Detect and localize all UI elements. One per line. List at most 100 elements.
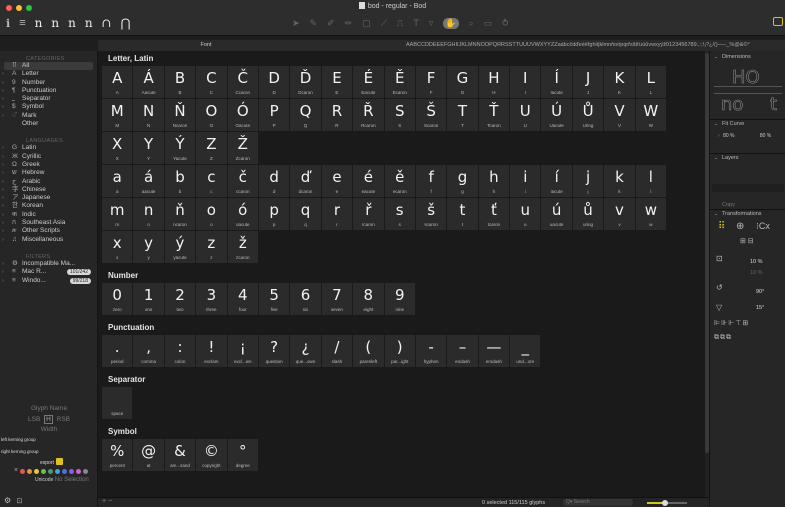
rotate-tool-icon[interactable]: ⥁ bbox=[502, 18, 508, 29]
glyph-cell[interactable]: . period bbox=[102, 335, 134, 368]
label-color-swatch[interactable] bbox=[83, 468, 89, 474]
preview-string[interactable]: AÁBCČDĎEÉĚFGHIÍJKLMNŇOÓPQRŘSŠTŤUÚŮVWXYÝZ… bbox=[406, 42, 785, 48]
rotate-input[interactable]: 90° bbox=[756, 289, 764, 295]
knife-tool-icon[interactable]: ⟋ bbox=[381, 18, 387, 29]
glyph-cell[interactable]: JJ bbox=[572, 66, 605, 99]
language-cyrillic[interactable]: › Ж Cyrillic bbox=[0, 153, 97, 161]
rsb-field[interactable]: RSB bbox=[57, 416, 70, 423]
transformations-header[interactable]: ⌄ Transformations bbox=[710, 210, 785, 218]
glyph-cell[interactable]: š scaron bbox=[415, 198, 448, 231]
glyph-cell[interactable]: EE bbox=[321, 66, 354, 99]
disclosure-icon[interactable]: › bbox=[2, 236, 4, 244]
glyph-cell[interactable]: © copyright bbox=[196, 439, 228, 472]
lock-metrics-icon[interactable]: H bbox=[44, 415, 53, 424]
glyph-cell[interactable]: é eacute bbox=[353, 165, 385, 198]
language-southeast-asia[interactable]: › ก Southeast Asia bbox=[0, 219, 97, 227]
glyph-cell[interactable]: HH bbox=[478, 66, 511, 99]
transform-origin-cx-icon[interactable]: ⁝Cx bbox=[756, 221, 770, 232]
glyph-cell[interactable]: ZZ bbox=[196, 132, 228, 165]
glyph-cell[interactable]: aa bbox=[102, 165, 134, 198]
glyph-cell[interactable]: ó oacute bbox=[227, 198, 259, 231]
boolean-icons[interactable]: ⧉⧉⧉ bbox=[714, 334, 732, 342]
disclosure-icon[interactable]: › bbox=[2, 277, 4, 285]
glyph-cell[interactable]: gg bbox=[447, 165, 479, 198]
glyph-cell[interactable]: — emdash bbox=[478, 335, 511, 368]
language-latin[interactable]: › G Latin bbox=[0, 144, 97, 152]
add-filter-icon[interactable]: ⊡ bbox=[16, 498, 22, 505]
filter-windo-[interactable]: › ≡ Windo... 99/218 bbox=[0, 277, 97, 285]
disclosure-icon[interactable]: › bbox=[2, 260, 4, 268]
glyph-cell[interactable]: jj bbox=[572, 165, 605, 198]
glyph-cell[interactable]: OO bbox=[196, 99, 228, 132]
hand-tool-icon[interactable]: ✋ bbox=[443, 18, 459, 29]
disclosure-icon[interactable]: › bbox=[2, 95, 4, 103]
glyph-cell[interactable]: Ř Rcaron bbox=[353, 99, 385, 132]
glyph-cell[interactable]: tt bbox=[447, 198, 479, 231]
glyph-cell[interactable]: É Eacute bbox=[353, 66, 385, 99]
language-arabic[interactable]: › ج Arabic bbox=[0, 178, 97, 186]
category-letter[interactable]: › A Letter bbox=[0, 70, 97, 78]
glyph-cell[interactable]: VV bbox=[604, 99, 636, 132]
glyph-cell[interactable]: Ň Ncaron bbox=[164, 99, 197, 132]
label-color-swatch[interactable] bbox=[76, 468, 82, 474]
disclosure-icon[interactable]: › bbox=[2, 153, 4, 161]
no-color-icon[interactable]: × bbox=[14, 467, 18, 474]
disclosure-icon[interactable]: › bbox=[2, 103, 4, 111]
glyph-cell[interactable]: ff bbox=[415, 165, 448, 198]
category-punctuation[interactable]: › ¶ Punctuation bbox=[0, 87, 97, 95]
disclosure-icon[interactable]: › bbox=[2, 268, 4, 276]
glyph-cell[interactable]: Ý Yacute bbox=[164, 132, 197, 165]
disclosure-icon[interactable]: › bbox=[2, 112, 4, 120]
glyph-cell[interactable]: 4 four bbox=[227, 283, 259, 316]
glyph-cell[interactable]: ! exclam bbox=[196, 335, 228, 368]
glyph-cell[interactable]: ¡ excl...wn bbox=[227, 335, 259, 368]
glyph-cell[interactable]: 9 nine bbox=[384, 283, 416, 316]
disclosure-icon[interactable]: › bbox=[2, 161, 4, 169]
glyph-cell[interactable]: uu bbox=[510, 198, 542, 231]
fit-curve-right-input[interactable]: 80 % bbox=[760, 133, 771, 139]
glyph-name-field[interactable]: Glyph Name bbox=[0, 403, 98, 414]
fit-curve-left-input[interactable]: 80 % bbox=[723, 133, 734, 139]
glyph-cell[interactable]: ) par...ight bbox=[384, 335, 416, 368]
language-other-scripts[interactable]: › ጵ Other Scripts bbox=[0, 227, 97, 235]
dimensions-header[interactable]: ⌄ Dimensions bbox=[710, 53, 785, 61]
glyph-view-arch-icon[interactable]: ∩ bbox=[102, 16, 112, 30]
glyph-cell[interactable]: dd bbox=[258, 165, 291, 198]
glyph-cell[interactable]: ° degree bbox=[227, 439, 259, 472]
label-color-swatch[interactable] bbox=[48, 468, 54, 474]
list-view-icon[interactable]: ≡ bbox=[19, 17, 25, 29]
glyph-cell[interactable]: / slash bbox=[321, 335, 354, 368]
section-title[interactable]: Number bbox=[98, 268, 709, 283]
glyph-cell[interactable]: Ď Dcaron bbox=[290, 66, 322, 99]
glyph-cell[interactable]: zz bbox=[196, 231, 228, 264]
disclosure-icon[interactable]: › bbox=[2, 211, 4, 219]
category-separator[interactable]: › ⎵ Separator bbox=[0, 95, 97, 103]
glyph-cell[interactable]: TT bbox=[447, 99, 479, 132]
glyph-cell[interactable]: č ccaron bbox=[227, 165, 259, 198]
glyph-cell[interactable]: Ě Ecaron bbox=[384, 66, 416, 99]
glyph-cell[interactable]: _ und...ore bbox=[510, 335, 542, 368]
transform-origin-center-icon[interactable]: ⊕ bbox=[736, 221, 744, 232]
glyph-cell[interactable]: ee bbox=[321, 165, 354, 198]
glyph-cell[interactable]: 3 three bbox=[196, 283, 228, 316]
filter-mac-r-[interactable]: › ≡ Mac R... 101/242 bbox=[0, 268, 97, 276]
glyph-cell[interactable]: mm bbox=[102, 198, 134, 231]
lsb-field[interactable]: LSB bbox=[28, 416, 40, 423]
glyph-cell[interactable]: XX bbox=[102, 132, 134, 165]
glyph-cell[interactable]: Č Ccaron bbox=[227, 66, 259, 99]
section-title[interactable]: Letter, Latin bbox=[98, 51, 709, 66]
align-icons[interactable]: ⊫⊪⊩⊤⊞ bbox=[714, 319, 749, 327]
glyph-view-n-outline-icon[interactable]: n bbox=[68, 16, 76, 30]
pen-tool-icon[interactable]: ✎ bbox=[310, 18, 318, 29]
right-kerning-field[interactable]: right kerning group bbox=[0, 446, 98, 458]
glyph-cell[interactable]: CC bbox=[196, 66, 228, 99]
disclosure-icon[interactable]: › bbox=[2, 144, 4, 152]
glyph-cell[interactable]: ll bbox=[635, 165, 668, 198]
glyph-cell[interactable]: 6 six bbox=[290, 283, 322, 316]
zoom-slider[interactable] bbox=[647, 500, 687, 506]
glyph-cell[interactable]: PP bbox=[258, 99, 291, 132]
glyph-cell[interactable]: ii bbox=[510, 165, 542, 198]
glyph-cell[interactable]: space bbox=[102, 387, 134, 420]
rectangle-tool-icon[interactable]: ▢ bbox=[362, 18, 371, 29]
glyph-cell[interactable]: : colon bbox=[164, 335, 197, 368]
